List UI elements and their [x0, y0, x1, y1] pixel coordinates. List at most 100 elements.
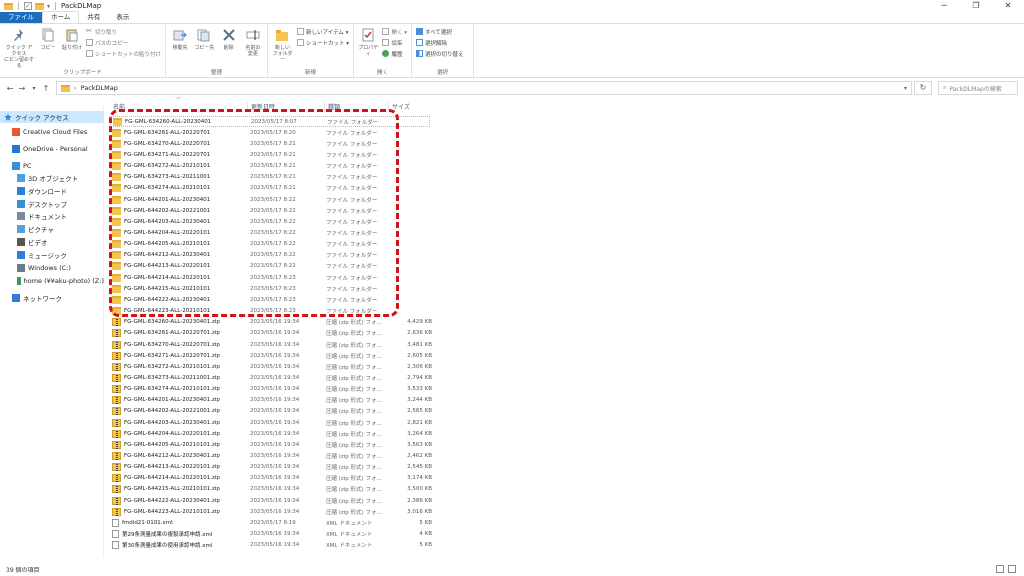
sidebar-item[interactable]: ドキュメント [0, 210, 104, 222]
file-row[interactable]: FG-GML-644213-ALL-20220101 2023/05/17 8:2… [110, 261, 440, 272]
file-row[interactable]: FG-GML-634272-ALL-20210101 2023/05/17 8:2… [110, 161, 440, 172]
file-row[interactable]: FG-GML-634274-ALL-20210101.zip 2023/05/16… [110, 384, 440, 395]
file-row[interactable]: FG-GML-644205-ALL-20210101 2023/05/17 8:2… [110, 239, 440, 250]
invert-selection-button[interactable]: 選択の切り替え [416, 49, 464, 58]
select-all-button[interactable]: すべて選択 [416, 27, 464, 36]
file-row[interactable]: FG-GML-644201-ALL-20230401 2023/05/17 8:2… [110, 194, 440, 205]
large-icons-view-icon[interactable] [1008, 565, 1016, 573]
tab-share[interactable]: 共有 [79, 12, 108, 23]
breadcrumb-current[interactable]: PackDLMap [81, 84, 118, 92]
file-row[interactable]: FG-GML-634274-ALL-20210101 2023/05/17 8:2… [110, 183, 440, 194]
sidebar-item[interactable]: Windows (C:) [0, 262, 104, 274]
file-row[interactable]: FG-GML-634271-ALL-20220701 2023/05/17 8:2… [110, 149, 440, 160]
paste-shortcut-button[interactable]: ショートカットの貼り付け [86, 49, 161, 58]
file-row[interactable]: FG-GML-644202-ALL-20221001.zip 2023/05/16… [110, 406, 440, 417]
new-item-button[interactable]: 新しいアイテム ▾ [296, 27, 349, 36]
file-row[interactable]: FG-GML-634273-ALL-20211001.zip 2023/05/16… [110, 372, 440, 383]
forward-arrow-icon[interactable]: → [16, 84, 28, 93]
file-row[interactable]: fmdid21-0101.xml 2023/05/17 8:19 XML ドキュメン… [110, 517, 440, 528]
file-row[interactable]: FG-GML-644214-ALL-20220101 2023/05/17 8:2… [110, 272, 440, 283]
cut-button[interactable]: ✂ 切り取り [86, 27, 161, 36]
column-header-name[interactable]: 名前 [110, 102, 125, 112]
shortcut-button[interactable]: ショートカット ▾ [296, 38, 349, 47]
file-row[interactable]: FG-GML-644215-ALL-20210101.zip 2023/05/16… [110, 484, 440, 495]
new-folder-icon[interactable] [35, 2, 44, 10]
column-header-type[interactable]: 種類 [324, 102, 340, 112]
file-row[interactable]: FG-GML-644203-ALL-20230401 2023/05/17 8:2… [110, 216, 440, 227]
properties-check-icon[interactable]: ✓ [24, 2, 32, 10]
copy-to-icon [196, 27, 212, 43]
copy-path-button[interactable]: パスのコピー [86, 38, 161, 47]
back-arrow-icon[interactable]: ← [4, 84, 16, 93]
sidebar-item[interactable]: ビデオ [0, 236, 104, 248]
sidebar-item[interactable]: home (¥¥aku-photo) (Z:) [0, 275, 104, 287]
file-row[interactable]: FG-GML-644201-ALL-20230401.zip 2023/05/16… [110, 395, 440, 406]
folder-icon [112, 139, 121, 148]
edit-button[interactable]: 編集 [382, 38, 407, 47]
file-row[interactable]: FG-GML-634270-ALL-20220701.zip 2023/05/16… [110, 339, 440, 350]
tab-file[interactable]: ファイル [0, 12, 42, 23]
sidebar-item[interactable]: OneDrive - Personal [0, 143, 104, 155]
file-row[interactable]: FG-GML-644223-ALL-20210101.zip 2023/05/16… [110, 506, 440, 517]
file-row[interactable]: FG-GML-644212-ALL-20230401.zip 2023/05/16… [110, 451, 440, 462]
copy-label: コピー [40, 45, 56, 51]
column-header-size[interactable]: サイズ [388, 102, 410, 112]
file-row[interactable]: FG-GML-634273-ALL-20211001 2023/05/17 8:2… [110, 172, 440, 183]
tab-home[interactable]: ホーム [42, 11, 80, 23]
file-row[interactable]: FG-GML-644222-ALL-20230401.zip 2023/05/16… [110, 495, 440, 506]
file-row[interactable]: FG-GML-644204-ALL-20220101.zip 2023/05/16… [110, 428, 440, 439]
column-header-date[interactable]: 更新日時 [247, 102, 275, 112]
refresh-icon[interactable]: ↻ [914, 81, 932, 95]
file-row[interactable]: FG-GML-634261-ALL-20220701 2023/05/17 8:2… [110, 127, 440, 138]
sidebar-item[interactable]: クイック アクセス [0, 111, 104, 123]
file-row[interactable]: FG-GML-634261-ALL-20220701.zip 2023/05/16… [110, 328, 440, 339]
file-row[interactable]: FG-GML-634272-ALL-20210101.zip 2023/05/16… [110, 361, 440, 372]
search-placeholder: PackDLMapの検索 [949, 85, 1002, 93]
sidebar-item[interactable]: ネットワーク [0, 292, 104, 304]
file-row[interactable]: FG-GML-644222-ALL-20230401 2023/05/17 8:2… [110, 294, 440, 305]
details-view-icon[interactable] [996, 565, 1004, 573]
history-button[interactable]: 履歴 [382, 49, 407, 58]
sidebar-item[interactable]: ミュージック [0, 249, 104, 261]
file-row[interactable]: 第29条測量成果の複製承認申請.xml 2023/05/16 19:34 XML ド… [110, 529, 440, 540]
file-list: ^ 名前 更新日時 種類 サイズ FG-GML-634260-ALL-20230… [104, 97, 1024, 560]
file-row[interactable]: 第30条測量成果の使用承認申請.xml 2023/05/16 19:34 XML ド… [110, 540, 440, 551]
file-row[interactable]: FG-GML-634270-ALL-20220701 2023/05/17 8:2… [110, 138, 440, 149]
sidebar-item[interactable]: Creative Cloud Files [0, 126, 104, 138]
file-row[interactable]: FG-GML-644215-ALL-20210101 2023/05/17 8:2… [110, 283, 440, 294]
title-bar: ✓ ▾ PackDLMap ─ ❐ ✕ [0, 0, 1024, 12]
recent-chevron-down-icon[interactable]: ▾ [28, 85, 40, 92]
file-row[interactable]: FG-GML-644202-ALL-20221001 2023/05/17 8:2… [110, 205, 440, 216]
customize-toolbar-icon[interactable]: ▾ [47, 3, 50, 10]
sidebar-item[interactable]: ピクチャ [0, 223, 104, 235]
select-none-button[interactable]: 選択解除 [416, 38, 464, 47]
file-row[interactable]: FG-GML-634271-ALL-20220701.zip 2023/05/16… [110, 350, 440, 361]
file-name: FG-GML-644223-ALL-20210101.zip [124, 508, 220, 515]
search-input[interactable]: ⌕ PackDLMapの検索 [938, 81, 1018, 95]
file-size: 3,563 KB [407, 441, 432, 448]
tab-view[interactable]: 表示 [108, 12, 137, 23]
sidebar-item[interactable]: PC [0, 160, 104, 172]
address-history-chevron-down-icon[interactable]: ▾ [904, 85, 907, 92]
minimize-button[interactable]: ─ [928, 0, 960, 12]
maximize-button[interactable]: ❐ [960, 0, 992, 12]
close-button[interactable]: ✕ [992, 0, 1024, 12]
file-date: 2023/05/16 19:34 [250, 319, 300, 326]
file-row[interactable]: FG-GML-644213-ALL-20220101.zip 2023/05/16… [110, 462, 440, 473]
address-bar[interactable]: › PackDLMap ▾ [56, 81, 912, 95]
sidebar-item[interactable]: 3D オブジェクト [0, 172, 104, 184]
file-row[interactable]: FG-GML-644214-ALL-20220101.zip 2023/05/16… [110, 473, 440, 484]
file-row[interactable]: FG-GML-644204-ALL-20220101 2023/05/17 8:2… [110, 228, 440, 239]
sidebar-item[interactable]: デスクトップ [0, 198, 104, 210]
open-button[interactable]: 開く ▾ [382, 27, 407, 36]
file-row[interactable]: FG-GML-644223-ALL-20210101 2023/05/17 8:2… [110, 306, 440, 317]
file-row[interactable]: FG-GML-644205-ALL-20210101.zip 2023/05/16… [110, 439, 440, 450]
file-name: FG-GML-644205-ALL-20210101.zip [124, 441, 220, 448]
sidebar-item[interactable]: ダウンロード [0, 185, 104, 197]
file-date: 2023/05/16 19:34 [250, 475, 300, 482]
file-row[interactable]: FG-GML-644212-ALL-20230401 2023/05/17 8:2… [110, 250, 440, 261]
file-row[interactable]: FG-GML-634260-ALL-20230401.zip 2023/05/16… [110, 317, 440, 328]
file-row[interactable]: FG-GML-634260-ALL-20230401 2023/05/17 8:0… [110, 116, 430, 127]
file-row[interactable]: FG-GML-644203-ALL-20230401.zip 2023/05/16… [110, 417, 440, 428]
up-arrow-icon[interactable]: ↑ [40, 84, 52, 93]
